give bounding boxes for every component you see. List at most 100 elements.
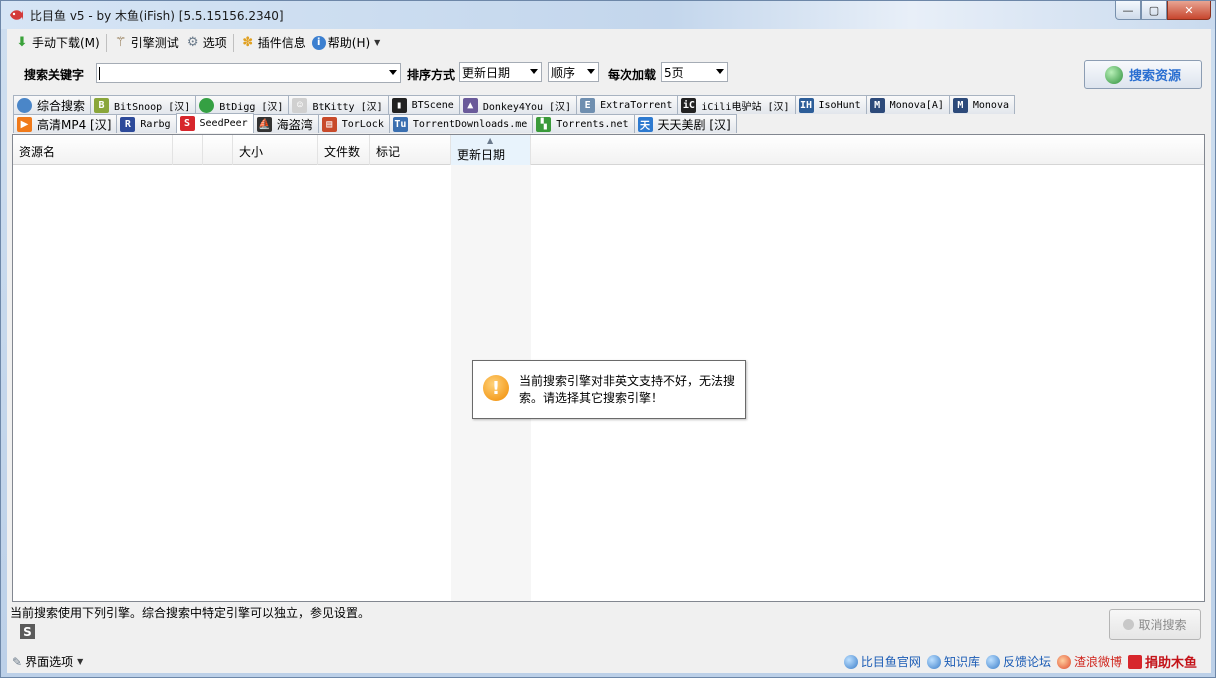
gear-icon: ⚙ bbox=[186, 35, 199, 50]
search-button-label: 搜索资源 bbox=[1128, 69, 1181, 84]
minimize-button[interactable]: — bbox=[1115, 1, 1141, 20]
engine-icon: IH bbox=[798, 97, 814, 113]
engine-tab[interactable]: 综合搜索 bbox=[13, 95, 92, 114]
seedpeer-engine-icon: S bbox=[20, 624, 35, 639]
engine-tab-label: IsoHunt bbox=[818, 99, 861, 111]
warning-icon: ! bbox=[483, 375, 509, 401]
load-pages-value: 5页 bbox=[664, 66, 684, 80]
engine-tab[interactable]: Tu TorrentDownloads.me bbox=[388, 114, 534, 133]
toolbar-separator bbox=[105, 33, 107, 52]
engine-tab-label: TorLock bbox=[341, 118, 384, 130]
sort-field-select[interactable]: 更新日期 bbox=[459, 62, 542, 82]
plugin-info-label: 插件信息 bbox=[257, 36, 306, 50]
engine-tab-label: 综合搜索 bbox=[37, 98, 86, 113]
engine-tab[interactable]: ⛵ 海盗湾 bbox=[252, 114, 319, 133]
text-caret bbox=[99, 67, 100, 80]
link-weibo[interactable]: 渣浪微博 bbox=[1056, 653, 1122, 670]
engine-icon: M bbox=[952, 97, 968, 113]
globe-search-icon bbox=[1104, 65, 1123, 84]
engine-tab[interactable]: ▮ BTScene bbox=[387, 95, 460, 114]
engine-tab[interactable]: BtDigg [汉] bbox=[195, 95, 290, 114]
engine-tabs-row-1: 综合搜索 B BitSnoop [汉] BtDigg [汉] ☺ BtKitty [汉] ▮… bbox=[13, 95, 1203, 114]
column-name[interactable]: 资源名 bbox=[13, 135, 173, 165]
engine-tab[interactable]: ▶ 高清MP4 [汉] bbox=[13, 114, 118, 133]
sort-field-value: 更新日期 bbox=[462, 66, 511, 80]
column-size[interactable]: 大小 bbox=[233, 135, 318, 165]
ui-options-menu[interactable]: ✎ 界面选项 ▼ bbox=[12, 653, 83, 670]
engine-test-label: 引擎测试 bbox=[130, 36, 179, 50]
engine-tab-label: Monova[A] bbox=[889, 99, 944, 111]
search-button[interactable]: 搜索资源 bbox=[1084, 60, 1202, 89]
link-donate-label: 捐助木鱼 bbox=[1144, 656, 1197, 671]
engine-tab[interactable]: M Monova bbox=[948, 95, 1015, 114]
engine-tab[interactable]: ▲ Donkey4You [汉] bbox=[458, 95, 578, 114]
engine-tab[interactable]: M Monova[A] bbox=[865, 95, 950, 114]
sort-order-select[interactable]: 顺序 bbox=[548, 62, 599, 82]
help-menu[interactable]: i 帮助(H) ▼ bbox=[309, 32, 384, 54]
title-bar: 比目鱼 v5 - by 木鱼(iFish) [5.5.15156.2340] —… bbox=[1, 1, 1215, 29]
engine-icon: ▮ bbox=[391, 97, 407, 113]
gift-icon bbox=[1127, 654, 1142, 669]
help-label: 帮助(H) bbox=[327, 36, 371, 50]
engine-tab-label: iCili电驴站 [汉] bbox=[701, 101, 790, 113]
engine-tab[interactable]: IH IsoHunt bbox=[794, 95, 867, 114]
plugin-info-menu[interactable]: ✽ 插件信息 bbox=[237, 32, 309, 54]
manual-download-label: 手动下载(M) bbox=[32, 36, 100, 50]
engine-tab[interactable]: ☺ BtKitty [汉] bbox=[288, 95, 389, 114]
engine-tab[interactable]: ▤ TorLock bbox=[317, 114, 390, 133]
column-update-date[interactable]: ▲ 更新日期 bbox=[451, 135, 531, 165]
link-donate[interactable]: 捐助木鱼 bbox=[1127, 652, 1197, 671]
close-button[interactable]: ✕ bbox=[1167, 1, 1211, 20]
engine-tab[interactable]: B BitSnoop [汉] bbox=[90, 95, 197, 114]
engine-tab[interactable]: E ExtraTorrent bbox=[576, 95, 679, 114]
engine-icon: ▲ bbox=[462, 97, 478, 113]
link-knowledge-base[interactable]: 知识库 bbox=[926, 653, 980, 670]
engine-tab[interactable]: iC iCili电驴站 [汉] bbox=[677, 95, 796, 114]
window-title: 比目鱼 v5 - by 木鱼(iFish) [5.5.15156.2340] bbox=[30, 9, 284, 23]
link-official-site[interactable]: 比目鱼官网 bbox=[843, 653, 921, 670]
engine-test-menu[interactable]: ⚚ 引擎测试 bbox=[110, 32, 182, 54]
link-weibo-label: 渣浪微博 bbox=[1073, 655, 1122, 669]
cancel-search-button[interactable]: 取消搜索 bbox=[1109, 609, 1201, 640]
engine-icon: E bbox=[580, 97, 596, 113]
engine-tab-label: Donkey4You [汉] bbox=[482, 101, 572, 113]
app-window: 比目鱼 v5 - by 木鱼(iFish) [5.5.15156.2340] —… bbox=[0, 0, 1216, 678]
engine-tab[interactable]: S SeedPeer bbox=[175, 113, 254, 133]
column-blank-2[interactable] bbox=[203, 135, 233, 165]
globe-icon bbox=[926, 654, 941, 669]
engine-tab[interactable]: 天天天美剧 [汉] bbox=[633, 114, 737, 133]
options-menu[interactable]: ⚙ 选项 bbox=[182, 32, 230, 54]
globe-icon bbox=[985, 654, 1000, 669]
column-blank-1[interactable] bbox=[173, 135, 203, 165]
engine-tab[interactable]: R Rarbg bbox=[116, 114, 177, 133]
chevron-down-icon bbox=[530, 69, 538, 74]
engine-icon: ▶ bbox=[17, 116, 32, 132]
window-controls: — ▢ ✕ bbox=[1115, 1, 1211, 20]
load-pages-select[interactable]: 5页 bbox=[661, 62, 728, 82]
engine-tab[interactable]: ▚ Torrents.net bbox=[532, 114, 635, 133]
column-mark[interactable]: 标记 bbox=[370, 135, 451, 165]
manual-download-menu[interactable]: ⬇ 手动下载(M) bbox=[11, 32, 103, 54]
column-file-count[interactable]: 文件数 bbox=[318, 135, 370, 165]
link-feedback-forum-label: 反馈论坛 bbox=[1002, 655, 1051, 669]
maximize-icon: ▢ bbox=[1148, 3, 1160, 17]
keyword-label: 搜索关键字 bbox=[24, 68, 85, 82]
stop-icon bbox=[1123, 619, 1135, 630]
engine-icon: Tu bbox=[392, 116, 408, 132]
engine-tab-label: BtDigg [汉] bbox=[219, 101, 284, 113]
ui-options-label: 界面选项 bbox=[25, 655, 74, 669]
keyword-input[interactable] bbox=[96, 63, 401, 83]
engine-tab-label: Monova bbox=[972, 99, 1009, 111]
link-feedback-forum[interactable]: 反馈论坛 bbox=[985, 653, 1051, 670]
maximize-button[interactable]: ▢ bbox=[1141, 1, 1167, 20]
results-list[interactable]: 资源名 大小 文件数 标记 ▲ 更新日期 ! 当前搜索引擎对非英文支持不好，无法… bbox=[12, 134, 1205, 602]
link-official-site-label: 比目鱼官网 bbox=[860, 655, 921, 669]
download-arrow-icon: ⬇ bbox=[16, 35, 28, 50]
weibo-icon bbox=[1056, 654, 1071, 669]
engine-tab-label: 天天美剧 [汉] bbox=[657, 117, 731, 132]
load-label: 每次加载 bbox=[608, 68, 657, 82]
engine-icon: S bbox=[179, 116, 195, 131]
chevron-down-icon bbox=[389, 70, 397, 75]
engine-icon: B bbox=[94, 97, 110, 113]
wrench-icon: ✎ bbox=[12, 654, 23, 669]
